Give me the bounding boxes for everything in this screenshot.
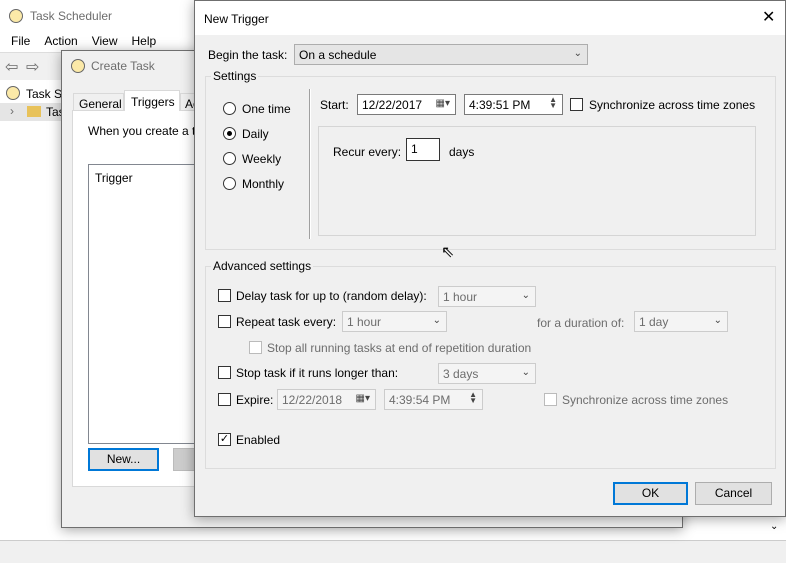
chevron-down-icon: ⌄ [521, 367, 530, 378]
radio-weekly-label[interactable]: Weekly [242, 152, 281, 166]
dialog-title: Create Task [91, 59, 155, 73]
radio-daily-label[interactable]: Daily [242, 127, 269, 141]
start-time: 4:39:51 PM [469, 98, 531, 112]
back-icon[interactable]: ⇦ [5, 57, 18, 77]
expire-date: 12/22/2018 [282, 393, 343, 407]
recur-input[interactable]: 1 [406, 138, 440, 161]
status-bar [0, 540, 786, 563]
expire-date-picker[interactable]: 12/22/2018 ▦▾ [277, 389, 376, 410]
expire-checkbox[interactable] [218, 393, 231, 406]
start-label: Start: [320, 98, 349, 112]
begin-label: Begin the task: [208, 48, 288, 62]
title-bar [195, 1, 785, 35]
cancel-button[interactable]: Cancel [695, 482, 772, 505]
trigger-column-header[interactable]: Trigger [95, 171, 133, 185]
calendar-icon[interactable]: ▦▾ [436, 98, 450, 109]
radio-weekly[interactable] [223, 152, 236, 165]
stop-checkbox[interactable] [218, 366, 231, 379]
stop-label[interactable]: Stop task if it runs longer than: [236, 366, 398, 380]
start-time-picker[interactable]: 4:39:51 PM ▲ ▼ [464, 94, 563, 115]
calendar-icon[interactable]: ▦▾ [356, 393, 370, 404]
ok-button[interactable]: OK [613, 482, 688, 505]
delay-select[interactable]: 1 hour ⌄ [438, 286, 536, 307]
repeat-select[interactable]: 1 hour ⌄ [342, 311, 447, 332]
start-date-picker[interactable]: 12/22/2017 ▦▾ [357, 94, 456, 115]
clock-icon [9, 9, 23, 23]
begin-value: On a schedule [299, 48, 377, 62]
duration-label: for a duration of: [537, 316, 625, 330]
recur-panel [318, 126, 756, 236]
chevron-down-icon: ⌄ [573, 48, 582, 59]
chevron-down-icon: ⌄ [713, 315, 722, 326]
delay-value: 1 hour [443, 290, 478, 304]
start-date: 12/22/2017 [362, 98, 423, 112]
recur-unit: days [449, 145, 475, 159]
radio-daily[interactable] [223, 127, 236, 140]
new-trigger-button[interactable]: New... [88, 448, 159, 471]
tab-label: General [79, 97, 122, 111]
delay-checkbox[interactable] [218, 289, 231, 302]
duration-value: 1 day [639, 315, 669, 329]
clock-icon [6, 86, 20, 100]
menu-help[interactable]: Help [132, 34, 157, 48]
window-title: Task Scheduler [30, 9, 113, 23]
radio-one-time-label[interactable]: One time [242, 102, 291, 116]
expire-time: 4:39:54 PM [389, 393, 451, 407]
sync-label[interactable]: Synchronize across time zones [589, 98, 755, 112]
expire-sync-checkbox[interactable] [544, 393, 557, 406]
menu-bar: File Action View Help [0, 34, 156, 48]
sync-checkbox[interactable] [570, 98, 583, 111]
dialog-title: New Trigger [204, 12, 269, 26]
stop-all-label[interactable]: Stop all running tasks at end of repetit… [267, 341, 531, 355]
spin-icon[interactable]: ▲ ▼ [549, 96, 557, 110]
duration-select[interactable]: 1 day ⌄ [634, 311, 728, 332]
stop-select[interactable]: 3 days ⌄ [438, 363, 536, 384]
menu-file[interactable]: File [11, 34, 30, 48]
trigger-list[interactable] [88, 164, 208, 444]
recur-label: Recur every: [333, 145, 402, 159]
enabled-label[interactable]: Enabled [236, 433, 280, 447]
expire-time-picker[interactable]: 4:39:54 PM ▲ ▼ [384, 389, 483, 410]
repeat-checkbox[interactable] [218, 315, 231, 328]
tab-general[interactable]: General [73, 93, 124, 111]
menu-action[interactable]: Action [44, 34, 77, 48]
folder-icon [27, 106, 41, 117]
expire-label[interactable]: Expire: [236, 393, 273, 407]
stop-all-checkbox[interactable] [249, 341, 262, 354]
divider [309, 89, 311, 239]
forward-icon[interactable]: ⇨ [26, 57, 39, 77]
chevron-down-icon: ⌄ [521, 290, 530, 301]
new-trigger-dialog: New Trigger ✕ Begin the task: On a sched… [194, 0, 786, 517]
repeat-label[interactable]: Repeat task every: [236, 315, 336, 329]
tab-label: Triggers [131, 95, 175, 109]
advanced-label: Advanced settings [211, 259, 314, 273]
scroll-down-icon[interactable]: ⌄ [770, 521, 778, 532]
expire-sync-label[interactable]: Synchronize across time zones [562, 393, 728, 407]
tab-triggers[interactable]: Triggers [124, 90, 180, 111]
delay-label[interactable]: Delay task for up to (random delay): [236, 289, 427, 303]
settings-label: Settings [211, 69, 259, 83]
close-icon[interactable]: ✕ [762, 7, 775, 27]
spin-icon[interactable]: ▲ ▼ [469, 391, 477, 405]
radio-monthly-label[interactable]: Monthly [242, 177, 284, 191]
repeat-value: 1 hour [347, 315, 382, 329]
intro-text: When you create a ta [88, 124, 203, 138]
clock-icon [71, 59, 85, 73]
begin-select[interactable]: On a schedule ⌄ [294, 44, 588, 65]
enabled-checkbox[interactable]: ✓ [218, 433, 231, 446]
menu-view[interactable]: View [92, 34, 118, 48]
radio-one-time[interactable] [223, 102, 236, 115]
chevron-right-icon[interactable]: › [10, 104, 14, 118]
mouse-cursor-icon: ⇖ [441, 244, 455, 261]
stop-value: 3 days [443, 367, 479, 381]
radio-monthly[interactable] [223, 177, 236, 190]
chevron-down-icon: ⌄ [432, 315, 441, 326]
